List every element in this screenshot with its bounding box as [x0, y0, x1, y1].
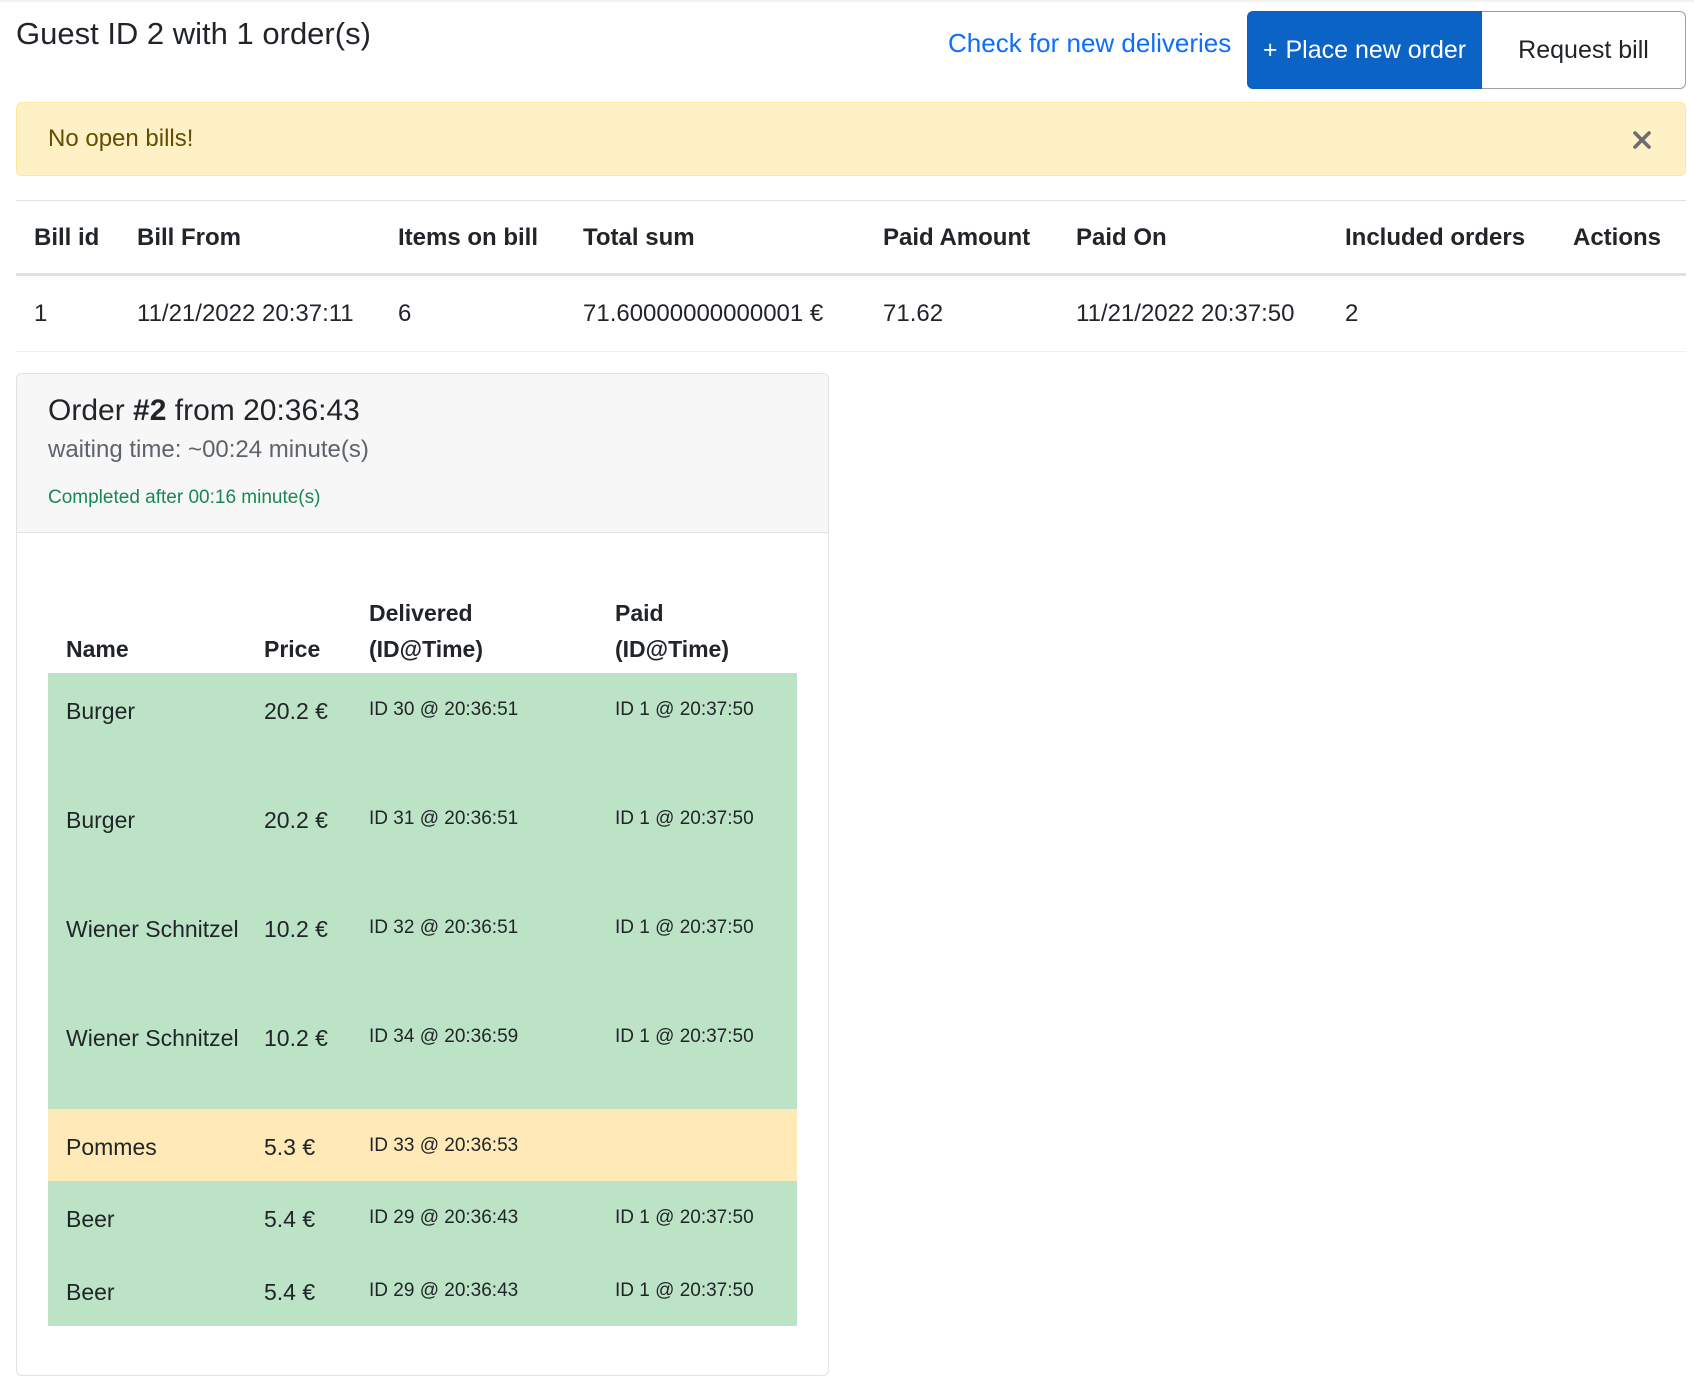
- bill-total: 71.60000000000001 €: [583, 300, 824, 327]
- item-paid: ID 1 @ 20:37:50: [615, 917, 754, 938]
- list-item: Burger 20.2 € ID 30 @ 20:36:51 ID 1 @ 20…: [48, 673, 797, 782]
- col-delivered-line2: (ID@Time): [369, 636, 484, 662]
- item-price: 20.2 €: [264, 807, 328, 833]
- item-delivered: ID 33 @ 20:36:53: [369, 1135, 519, 1156]
- bill-included-orders: 2: [1345, 300, 1359, 327]
- list-item: Pommes 5.3 € ID 33 @ 20:36:53: [48, 1109, 797, 1181]
- item-paid: ID 1 @ 20:37:50: [615, 1207, 754, 1228]
- order-card: Order #2 from 20:36:43 waiting time: ~00…: [16, 373, 829, 1376]
- col-paid-on: Paid On: [1076, 224, 1167, 251]
- header-button-group: + Place new order Request bill: [1247, 11, 1686, 89]
- request-bill-button[interactable]: Request bill: [1482, 11, 1686, 89]
- guest-orders-page: Guest ID 2 with 1 order(s) Check for new…: [0, 0, 1694, 1388]
- item-name: Burger: [66, 698, 136, 724]
- alert-message: No open bills!: [48, 125, 194, 152]
- bills-table-header: Bill id Bill From Items on bill Total su…: [16, 200, 1686, 276]
- col-name: Name: [66, 636, 129, 662]
- place-order-label: Place new order: [1285, 35, 1467, 64]
- item-paid: ID 1 @ 20:37:50: [615, 699, 754, 720]
- bill-paid-on: 11/21/2022 20:37:50: [1076, 300, 1295, 327]
- item-price: 20.2 €: [264, 698, 328, 724]
- col-paid-amount: Paid Amount: [883, 224, 1031, 251]
- item-name: Burger: [66, 807, 136, 833]
- col-price: Price: [264, 636, 321, 662]
- plus-icon: +: [1262, 35, 1278, 64]
- col-bill-from: Bill From: [137, 224, 242, 251]
- list-item: Beer 5.4 € ID 29 @ 20:36:43 ID 1 @ 20:37…: [48, 1181, 797, 1254]
- list-item: Beer 5.4 € ID 29 @ 20:36:43 ID 1 @ 20:37…: [48, 1254, 797, 1326]
- item-price: 5.4 €: [264, 1279, 316, 1305]
- order-title: Order #2 from 20:36:43: [48, 394, 360, 427]
- item-name: Wiener Schnitzel: [66, 1025, 239, 1051]
- col-actions: Actions: [1573, 224, 1662, 251]
- col-paid-line2: (ID@Time): [615, 636, 730, 662]
- col-bill-id: Bill id: [34, 224, 100, 251]
- item-name: Beer: [66, 1206, 115, 1232]
- order-completed-status: Completed after 00:16 minute(s): [48, 487, 321, 508]
- item-delivered: ID 32 @ 20:36:51: [369, 917, 519, 938]
- page-title: Guest ID 2 with 1 order(s): [16, 16, 371, 51]
- item-price: 10.2 €: [264, 916, 328, 942]
- item-delivered: ID 29 @ 20:36:43: [369, 1280, 519, 1301]
- place-order-button[interactable]: + Place new order: [1247, 11, 1482, 89]
- list-item: Burger 20.2 € ID 31 @ 20:36:51 ID 1 @ 20…: [48, 782, 797, 891]
- close-icon[interactable]: [1629, 127, 1655, 153]
- table-row: 1 11/21/2022 20:37:11 6 71.6000000000000…: [16, 276, 1686, 352]
- col-total: Total sum: [583, 224, 695, 251]
- col-paid-line1: Paid: [615, 600, 664, 626]
- col-delivered-line1: Delivered: [369, 600, 473, 626]
- item-name: Beer: [66, 1279, 115, 1305]
- item-price: 5.3 €: [264, 1134, 316, 1160]
- item-delivered: ID 30 @ 20:36:51: [369, 699, 519, 720]
- item-name: Wiener Schnitzel: [66, 916, 239, 942]
- item-price: 10.2 €: [264, 1025, 328, 1051]
- item-paid: ID 1 @ 20:37:50: [615, 1280, 754, 1301]
- item-delivered: ID 29 @ 20:36:43: [369, 1207, 519, 1228]
- item-paid: ID 1 @ 20:37:50: [615, 1026, 754, 1047]
- item-delivered: ID 34 @ 20:36:59: [369, 1026, 519, 1047]
- order-items-header: Name Price Delivered (ID@Time) Paid (ID@…: [48, 573, 797, 673]
- bill-id: 1: [34, 300, 48, 327]
- item-name: Pommes: [66, 1134, 157, 1160]
- bill-from: 11/21/2022 20:37:11: [137, 300, 354, 327]
- item-delivered: ID 31 @ 20:36:51: [369, 808, 519, 829]
- item-price: 5.4 €: [264, 1206, 316, 1232]
- item-paid: ID 1 @ 20:37:50: [615, 808, 754, 829]
- order-waiting-time: waiting time: ~00:24 minute(s): [48, 436, 369, 463]
- list-item: Wiener Schnitzel 10.2 € ID 34 @ 20:36:59…: [48, 1000, 797, 1109]
- top-divider: [0, 0, 1694, 2]
- col-included-orders: Included orders: [1345, 224, 1526, 251]
- col-items: Items on bill: [398, 224, 539, 251]
- order-number: #2: [133, 394, 167, 427]
- check-deliveries-link[interactable]: Check for new deliveries: [948, 28, 1231, 59]
- bill-items: 6: [398, 300, 412, 327]
- no-open-bills-alert: No open bills!: [16, 102, 1686, 176]
- bill-paid-amount: 71.62: [883, 300, 944, 327]
- order-card-header: Order #2 from 20:36:43 waiting time: ~00…: [17, 374, 828, 533]
- list-item: Wiener Schnitzel 10.2 € ID 32 @ 20:36:51…: [48, 891, 797, 1000]
